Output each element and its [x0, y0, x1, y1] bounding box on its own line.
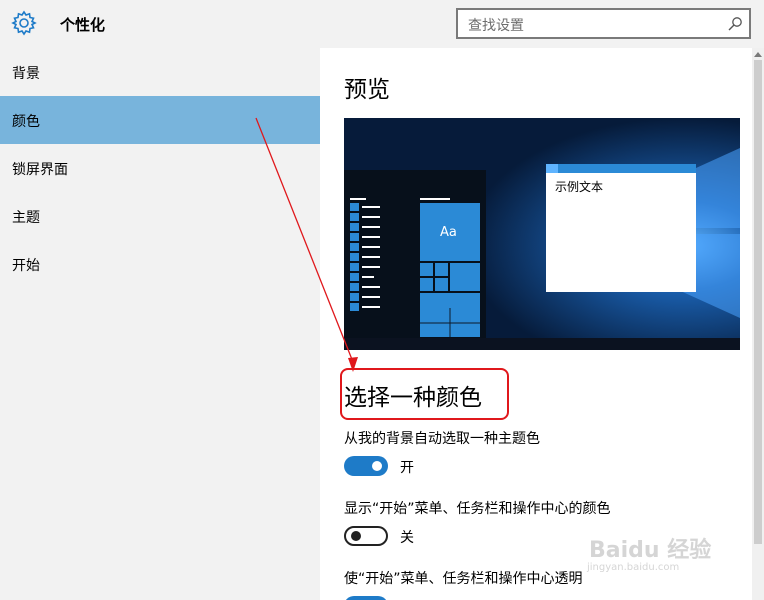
watermark-logo: Baidu 经验 jingyan.baidu.com — [585, 520, 735, 580]
watermark-text-top: Baidu 经验 — [589, 538, 712, 563]
annotation-arrow — [255, 117, 358, 372]
settings-window: 个性化 查找设置 背景 颜色 锁屏界面 主题 开始 预览 Aa 示例文本 选择一… — [0, 0, 764, 600]
watermark-text-bottom: jingyan.baidu.com — [587, 562, 680, 573]
